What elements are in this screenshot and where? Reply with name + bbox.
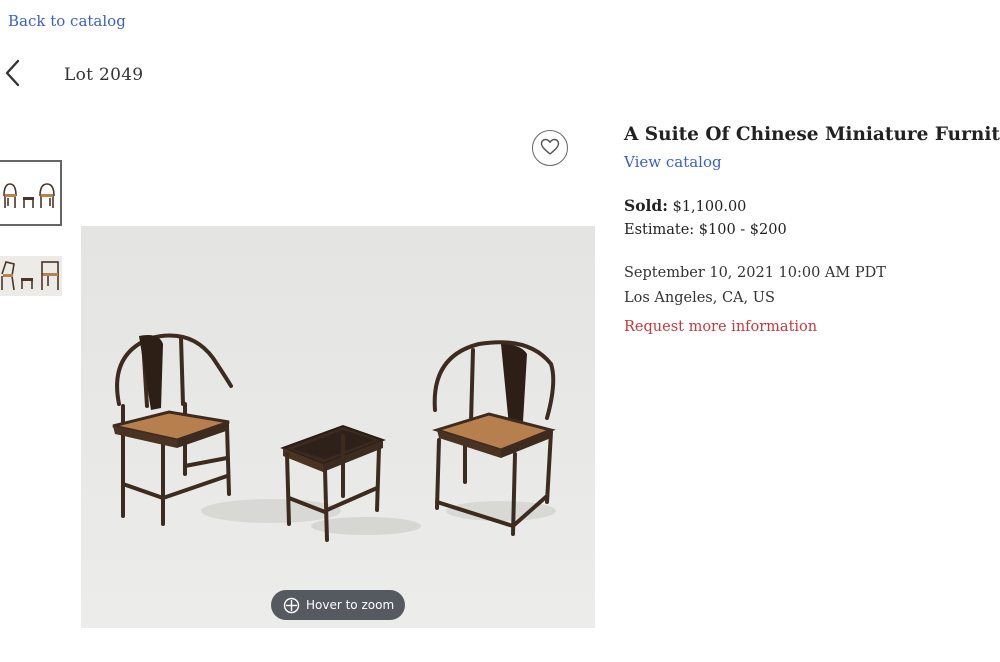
lot-title: Lot 2049 [64,65,144,85]
auction-date: September 10, 2021 10:00 AM PDT [624,265,886,281]
lot-details: A Suite Of Chinese Miniature Furniture V… [624,124,1000,335]
sold-price-line: Sold: $1,100.00 [624,196,994,215]
auction-location: Los Angeles, CA, US [624,290,775,306]
heart-icon [540,138,560,159]
thumbnail-1[interactable] [0,160,62,226]
zoom-hint-label: Hover to zoom [306,598,395,612]
hover-to-zoom-hint[interactable]: Hover to zoom [271,590,405,620]
thumbnail-2[interactable] [0,256,62,296]
sold-price: $1,100.00 [672,199,747,215]
lot-header: Lot 2049 [0,58,300,92]
furniture-photo [81,226,595,628]
sold-label: Sold: [624,196,668,215]
chevron-left-icon[interactable] [2,58,24,90]
main-lot-image[interactable] [81,226,595,628]
view-catalog-link[interactable]: View catalog [624,153,994,171]
item-title: A Suite Of Chinese Miniature Furniture [624,124,1000,145]
request-more-info-link[interactable]: Request more information [624,319,994,335]
estimate: Estimate: $100 - $200 [624,222,787,238]
zoom-crosshair-icon [283,597,300,614]
back-to-catalog-link[interactable]: Back to catalog [8,12,126,30]
favorite-button[interactable] [532,130,568,166]
